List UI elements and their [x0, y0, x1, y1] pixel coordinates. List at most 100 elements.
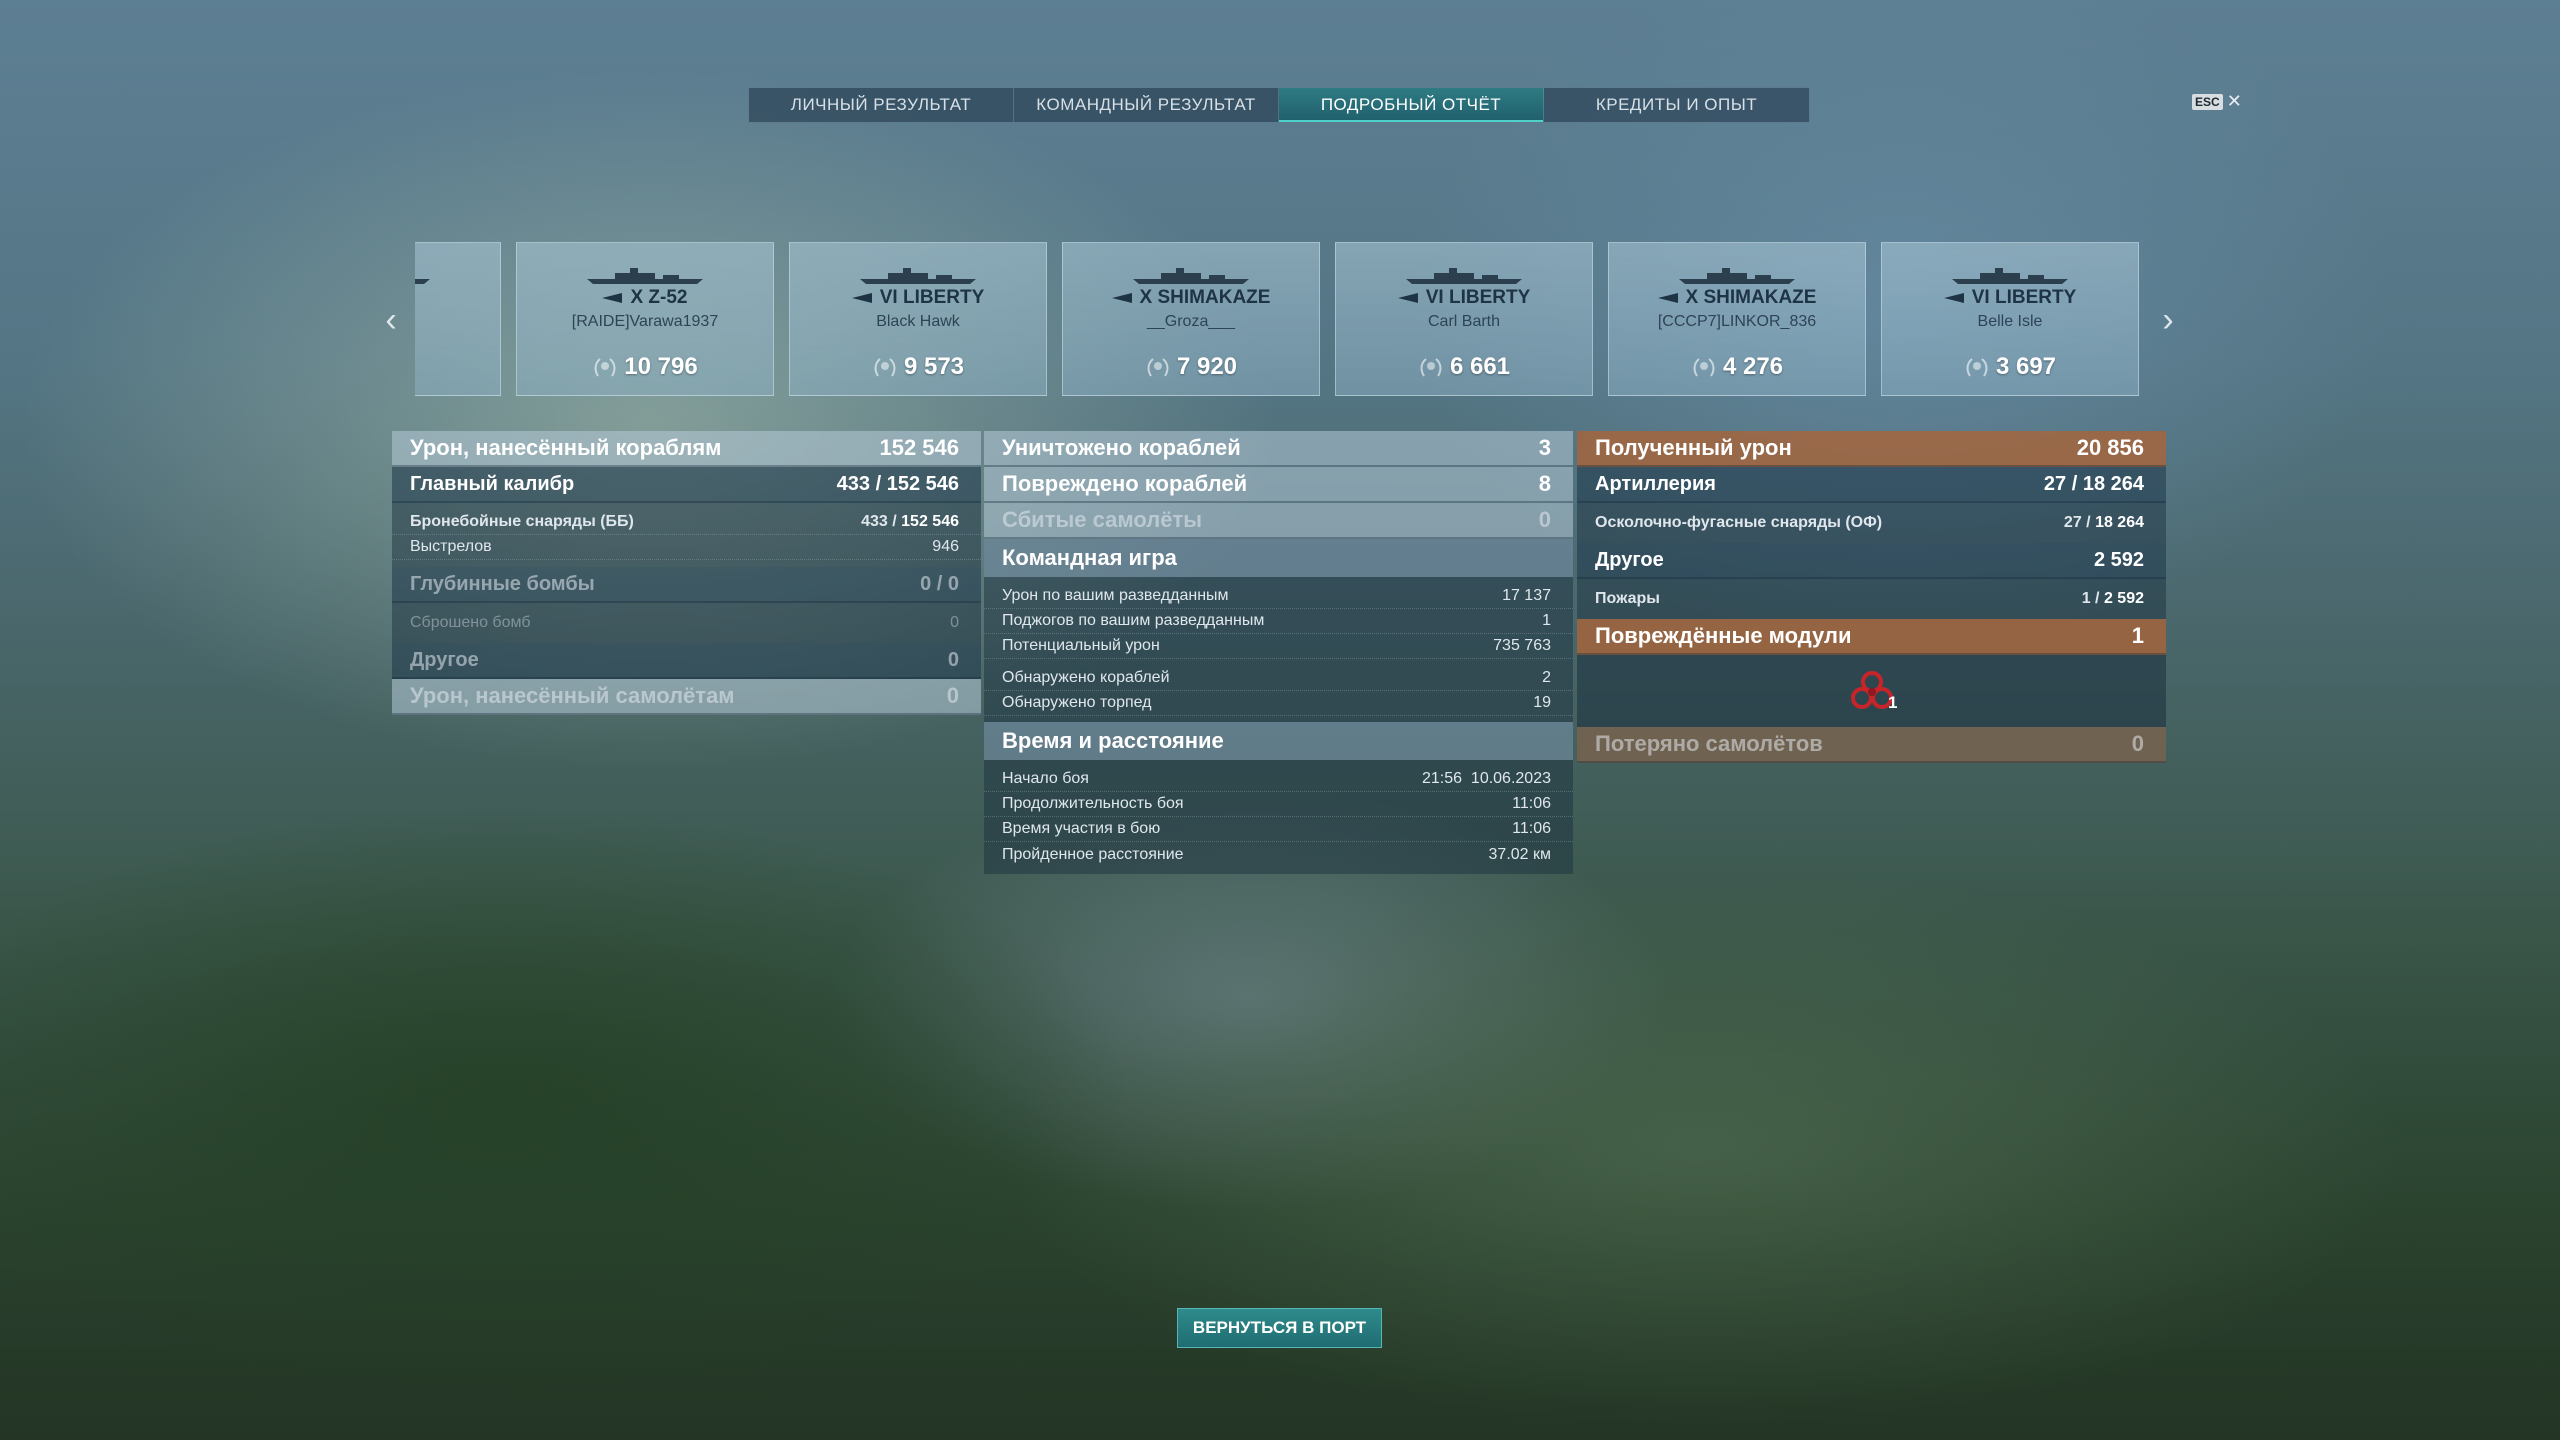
- damage-to-planes-row: Урон, нанесённый самолётам 0: [392, 679, 981, 715]
- ship-tier-name: X SHIMAKAZE: [1685, 287, 1817, 308]
- ship-tier-name: X Z-52: [630, 287, 688, 308]
- row-value: 3: [1538, 435, 1551, 460]
- row-label: Артиллерия: [1595, 472, 1716, 495]
- row-label: Урон, нанесённый кораблям: [410, 435, 722, 460]
- return-to-port-button[interactable]: ВЕРНУТЬСЯ В ПОРТ: [1177, 1308, 1382, 1348]
- battle-start-row: Начало боя 21:56 10.06.2023: [984, 767, 1573, 792]
- row-label: Урон, нанесённый самолётам: [410, 683, 735, 708]
- potential-damage-row: Потенциальный урон 735 763: [984, 634, 1573, 659]
- spacer: [984, 577, 1573, 584]
- ship-card[interactable]: VI LIBERTY Carl Barth 6 661: [1335, 242, 1593, 396]
- row-value: 0: [946, 683, 959, 708]
- row-value: 1 / 2 592: [2081, 590, 2144, 607]
- player-name: Black Hawk: [876, 313, 960, 330]
- row-value: 1: [2131, 623, 2144, 648]
- player-name: __Groza___: [1146, 313, 1236, 330]
- row-value: 735 763: [1493, 637, 1551, 654]
- damage-received-panel: Полученный урон 20 856 Артиллерия 27 / 1…: [1577, 431, 2166, 763]
- ship-score: 0: [415, 353, 500, 381]
- laurel-icon: [1147, 358, 1169, 377]
- row-value: 0: [947, 648, 959, 671]
- ship-tier-name: X SHIMAKAZE: [1139, 287, 1271, 308]
- row-value: 27 / 18 264: [2063, 514, 2144, 531]
- ship-score: 9 573: [790, 353, 1046, 381]
- ship-card[interactable]: VI LIBERTY Belle Isle 3 697: [1881, 242, 2139, 396]
- tab-team[interactable]: КОМАНДНЫЙ РЕЗУЛЬТАТ: [1014, 88, 1279, 122]
- row-value: 11:06: [1512, 820, 1551, 837]
- row-value: 2: [1542, 669, 1551, 686]
- row-label: Обнаружено кораблей: [1002, 669, 1170, 686]
- row-label: Уничтожено кораблей: [1002, 435, 1241, 460]
- score-value: 6 661: [1449, 353, 1511, 380]
- spacer: [392, 560, 981, 567]
- row-value: 0: [950, 614, 959, 631]
- row-value: 11:06: [1512, 795, 1551, 812]
- row-label: Глубинные бомбы: [410, 572, 595, 595]
- close-icon: ✕: [2226, 91, 2242, 111]
- row-label: Повреждено кораблей: [1002, 471, 1248, 496]
- row-label: Поджогов по вашим разведданным: [1002, 612, 1265, 629]
- score-value: 10 796: [624, 353, 698, 380]
- ship-card[interactable]: X Z-52 [RAIDE]Varawa1937 10 796: [516, 242, 774, 396]
- score-value: 7 920: [1176, 353, 1238, 380]
- ship-name: M: [415, 287, 500, 309]
- chevron-left-icon[interactable]: ‹: [381, 303, 401, 337]
- row-label: Пожары: [1595, 590, 1660, 607]
- row-value: 946: [932, 538, 959, 555]
- ship-name: VI LIBERTY: [1336, 287, 1592, 309]
- ship-name: X SHIMAKAZE: [1609, 287, 1865, 309]
- tab-detailed-report[interactable]: ПОДРОБНЫЙ ОТЧЁТ: [1279, 88, 1544, 122]
- bombs-dropped-row: Сброшено бомб 0: [392, 603, 981, 643]
- spacer: [392, 503, 981, 510]
- destroyer-class-icon: [1111, 293, 1132, 303]
- section-title: Командная игра: [1002, 545, 1177, 570]
- tab-credits-xp[interactable]: КРЕДИТЫ И ОПЫТ: [1544, 88, 1809, 122]
- shots-row: Выстрелов 946: [392, 535, 981, 560]
- ship-score: 4 276: [1609, 353, 1865, 381]
- ship-name: X SHIMAKAZE: [1063, 287, 1319, 309]
- section-title: Время и расстояние: [1002, 728, 1224, 753]
- row-label: Осколочно-фугасные снаряды (ОФ): [1595, 514, 1883, 531]
- row-label: Повреждённые модули: [1595, 623, 1852, 648]
- ship-card[interactable]: VI LIBERTY Black Hawk 9 573: [789, 242, 1047, 396]
- ship-card[interactable]: X SHIMAKAZE [CCCP7]LINKOR_836 4 276: [1608, 242, 1866, 396]
- ships-spotted-row: Обнаружено кораблей 2: [984, 666, 1573, 691]
- player-name: Belle Isle: [1977, 313, 2043, 330]
- fires-row: Пожары 1 / 2 592: [1577, 579, 2166, 619]
- row-label: Обнаружено торпед: [1002, 694, 1152, 711]
- row-value: 37.02 км: [1488, 845, 1551, 863]
- planes-lost-row: Потеряно самолётов 0: [1577, 727, 2166, 763]
- damage-dealt-panel: Урон, нанесённый кораблям 152 546 Главны…: [392, 431, 981, 715]
- damage-received-row: Полученный урон 20 856: [1577, 431, 2166, 467]
- ship-card[interactable]: Mr 0: [415, 242, 501, 396]
- row-value: 433 / 152 546: [836, 472, 959, 495]
- score-value: 3 697: [1995, 353, 2057, 380]
- ship-silhouette-icon: [1406, 268, 1522, 284]
- ship-tier-name: VI LIBERTY: [879, 287, 985, 308]
- ships-destroyed-row: Уничтожено кораблей 3: [984, 431, 1573, 467]
- row-value: 19: [1533, 694, 1551, 711]
- close-button[interactable]: ESC ✕: [2192, 91, 2242, 112]
- row-value: 433 / 152 546: [861, 513, 959, 530]
- ship-tier-name: VI LIBERTY: [1971, 287, 2077, 308]
- row-label: Продолжительность боя: [1002, 795, 1184, 812]
- player-name: Carl Barth: [1427, 313, 1501, 330]
- row-label: Полученный урон: [1595, 435, 1792, 460]
- ship-card[interactable]: X SHIMAKAZE __Groza___ 7 920: [1062, 242, 1320, 396]
- ship-name: X Z-52: [517, 287, 773, 309]
- damaged-modules-row: Повреждённые модули 1: [1577, 619, 2166, 655]
- ship-score: 6 661: [1336, 353, 1592, 381]
- spacer: [984, 659, 1573, 666]
- laurel-icon: [1420, 358, 1442, 377]
- row-label: Урон по вашим разведданным: [1002, 587, 1229, 604]
- ap-shells-row: Бронебойные снаряды (ББ) 433 / 152 546: [392, 510, 981, 535]
- destroyer-class-icon: [1397, 293, 1418, 303]
- row-label: Потенциальный урон: [1002, 637, 1160, 654]
- row-value: 21:56 10.06.2023: [1421, 770, 1551, 787]
- row-value: 8: [1538, 471, 1551, 496]
- ship-carousel: Mr 0 X Z-52 [RAIDE]Varawa1937 10 796 VI LIBER…: [415, 242, 2139, 397]
- tab-personal[interactable]: ЛИЧНЫЙ РЕЗУЛЬТАТ: [749, 88, 1014, 122]
- ship-name: VI LIBERTY: [790, 287, 1046, 309]
- row-label: Другое: [410, 648, 479, 671]
- chevron-right-icon[interactable]: ›: [2158, 303, 2178, 337]
